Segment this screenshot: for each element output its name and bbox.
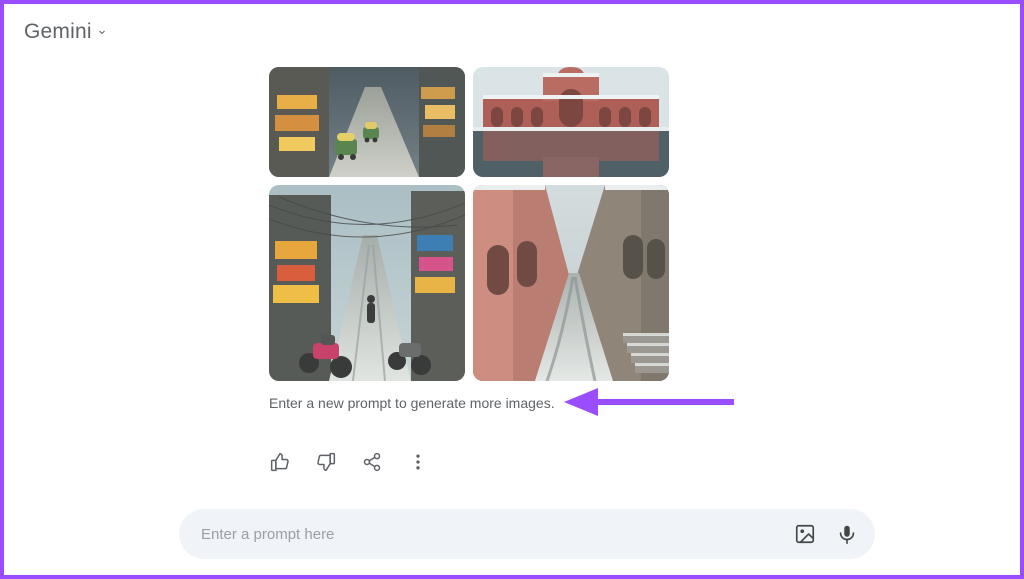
thumbs-down-icon[interactable]: [315, 451, 337, 473]
app-title: Gemini: [24, 20, 92, 44]
microphone-icon[interactable]: [835, 522, 859, 546]
response-actions: [269, 451, 699, 473]
more-icon[interactable]: [407, 451, 429, 473]
thumbs-up-icon[interactable]: [269, 451, 291, 473]
generated-image-4[interactable]: [473, 185, 669, 381]
generated-image-2[interactable]: [473, 67, 669, 177]
prompt-bar: [179, 509, 875, 559]
response-block: Enter a new prompt to generate more imag…: [269, 67, 699, 473]
response-caption: Enter a new prompt to generate more imag…: [269, 395, 555, 411]
prompt-input[interactable]: [201, 526, 781, 543]
generated-image-3[interactable]: [269, 185, 465, 381]
share-icon[interactable]: [361, 451, 383, 473]
caret-down-icon: [96, 26, 108, 38]
generated-image-1[interactable]: [269, 67, 465, 177]
generated-image-grid: [269, 67, 699, 381]
model-selector[interactable]: Gemini: [24, 20, 108, 44]
image-upload-icon[interactable]: [793, 522, 817, 546]
